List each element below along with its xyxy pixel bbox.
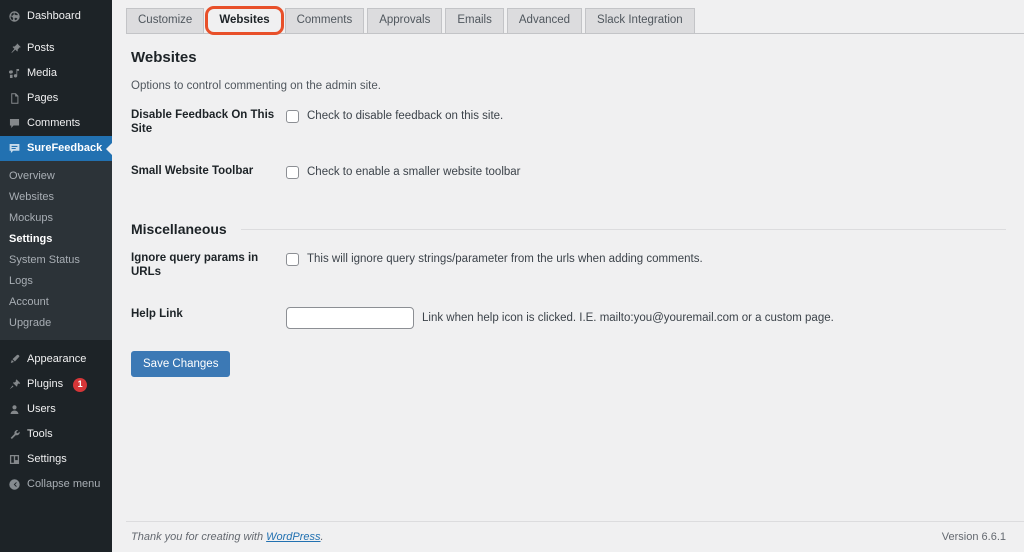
collapse-arrow-icon	[7, 478, 21, 492]
users-icon	[7, 403, 21, 417]
collapse-menu-label: Collapse menu	[27, 478, 101, 490]
help-link-description: Link when help icon is clicked. I.E. mai…	[422, 312, 834, 324]
tab-slack-integration[interactable]: Slack Integration	[585, 8, 695, 33]
field-label-help-link: Help Link	[131, 308, 183, 320]
sidebar-item-label: Appearance	[27, 353, 87, 365]
footer-thanks-prefix: Thank you for creating with	[131, 531, 267, 543]
small-toolbar-checkbox[interactable]	[286, 165, 299, 179]
table-row: Small Website Toolbar Check to enable a …	[131, 150, 1024, 194]
tab-customize[interactable]: Customize	[126, 8, 205, 33]
submenu-item-upgrade[interactable]: Upgrade	[0, 313, 112, 334]
sidebar-item-comments[interactable]: Comments	[0, 111, 112, 136]
sidebar-item-appearance[interactable]: Appearance	[0, 347, 112, 372]
sidebar-item-pages[interactable]: Pages	[0, 86, 112, 111]
sidebar-item-tools[interactable]: Tools	[0, 422, 112, 447]
settings-tabs: Customize Websites Comments Approvals Em…	[126, 6, 1024, 35]
ignore-query-params-checkbox[interactable]	[286, 252, 299, 266]
footer-thanks: Thank you for creating with WordPress.	[131, 531, 324, 543]
admin-page: Dashboard Posts Media Pages Comments Sur…	[0, 0, 1024, 552]
sidebar-item-label: Users	[27, 403, 56, 415]
page-description: Options to control commenting on the adm…	[131, 80, 381, 92]
sidebar-divider	[0, 340, 112, 347]
field-label-small-toolbar: Small Website Toolbar	[131, 165, 254, 177]
table-row: Help Link Link when help icon is clicked…	[131, 293, 1024, 343]
tab-underline	[126, 33, 1024, 34]
settings-icon	[7, 453, 21, 467]
tab-advanced[interactable]: Advanced	[506, 8, 583, 33]
sidebar-item-dashboard[interactable]: Dashboard	[0, 4, 112, 29]
submenu-item-overview[interactable]: Overview	[0, 166, 112, 187]
dashboard-icon	[7, 10, 21, 24]
sidebar-item-surefeedback[interactable]: SureFeedback	[0, 136, 112, 161]
sidebar-item-label: Dashboard	[27, 10, 81, 22]
submenu-item-logs[interactable]: Logs	[0, 271, 112, 292]
tab-emails[interactable]: Emails	[445, 8, 504, 33]
sidebar-item-label: Comments	[27, 117, 81, 129]
table-row: Ignore query params in URLs This will ig…	[131, 237, 1024, 293]
settings-content: Websites Options to control commenting o…	[126, 37, 1024, 521]
submenu-item-system-status[interactable]: System Status	[0, 250, 112, 271]
wrench-icon	[7, 428, 21, 442]
small-toolbar-description: Check to enable a smaller website toolba…	[307, 166, 521, 178]
page-title: Websites	[131, 49, 197, 66]
sidebar-item-media[interactable]: Media	[0, 61, 112, 86]
sidebar-item-label: Tools	[27, 428, 53, 440]
miscellaneous-header: Miscellaneous	[131, 221, 1024, 237]
main-content: Customize Websites Comments Approvals Em…	[112, 0, 1024, 552]
comments-icon	[7, 117, 21, 131]
pages-icon	[7, 92, 21, 106]
sidebar-item-plugins[interactable]: Plugins 1	[0, 372, 112, 397]
admin-footer: Thank you for creating with WordPress. V…	[126, 521, 1024, 552]
collapse-menu-button[interactable]: Collapse menu	[0, 472, 112, 497]
disable-feedback-description: Check to disable feedback on this site.	[307, 110, 504, 122]
media-icon	[7, 67, 21, 81]
websites-settings-table: Disable Feedback On This Site Check to d…	[131, 94, 1024, 194]
ignore-query-params-description: This will ignore query strings/parameter…	[307, 253, 703, 265]
sidebar-item-label: Media	[27, 67, 57, 79]
submenu-item-mockups[interactable]: Mockups	[0, 208, 112, 229]
sidebar-item-label: Settings	[27, 453, 67, 465]
admin-sidebar: Dashboard Posts Media Pages Comments Sur…	[0, 0, 112, 552]
tab-approvals[interactable]: Approvals	[367, 8, 443, 33]
table-row: Disable Feedback On This Site Check to d…	[131, 94, 1024, 150]
sidebar-item-label: Pages	[27, 92, 59, 104]
field-label-disable-feedback: Disable Feedback On This Site	[131, 109, 275, 135]
sidebar-item-posts[interactable]: Posts	[0, 36, 112, 61]
submenu-item-settings[interactable]: Settings	[0, 229, 112, 250]
submenu-item-account[interactable]: Account	[0, 292, 112, 313]
sidebar-divider	[0, 29, 112, 36]
field-label-ignore-query-params: Ignore query params in URLs	[131, 252, 259, 278]
miscellaneous-title: Miscellaneous	[131, 221, 227, 237]
section-divider	[240, 228, 1006, 230]
sidebar-item-label: Posts	[27, 42, 55, 54]
tab-comments[interactable]: Comments	[284, 8, 365, 33]
help-link-input[interactable]	[286, 307, 414, 329]
submenu-item-websites[interactable]: Websites	[0, 187, 112, 208]
sidebar-item-label: SureFeedback	[27, 142, 103, 154]
footer-version: Version 6.6.1	[941, 531, 1006, 543]
wordpress-link[interactable]: WordPress	[266, 531, 320, 543]
plugin-icon	[7, 378, 21, 392]
settings-tabs-wrapper: Customize Websites Comments Approvals Em…	[126, 0, 1024, 37]
feedback-icon	[7, 142, 21, 156]
sidebar-item-users[interactable]: Users	[0, 397, 112, 422]
tab-websites[interactable]: Websites	[205, 6, 284, 35]
footer-thanks-suffix: .	[320, 531, 324, 543]
disable-feedback-checkbox[interactable]	[286, 109, 299, 123]
save-changes-button[interactable]: Save Changes	[131, 351, 231, 377]
brush-icon	[7, 353, 21, 367]
pin-icon	[7, 42, 21, 56]
plugins-update-badge: 1	[73, 377, 88, 392]
surefeedback-submenu: Overview Websites Mockups Settings Syste…	[0, 161, 112, 340]
miscellaneous-settings-table: Ignore query params in URLs This will ig…	[131, 237, 1024, 343]
sidebar-item-settings[interactable]: Settings	[0, 447, 112, 472]
sidebar-item-label: Plugins	[27, 378, 64, 390]
